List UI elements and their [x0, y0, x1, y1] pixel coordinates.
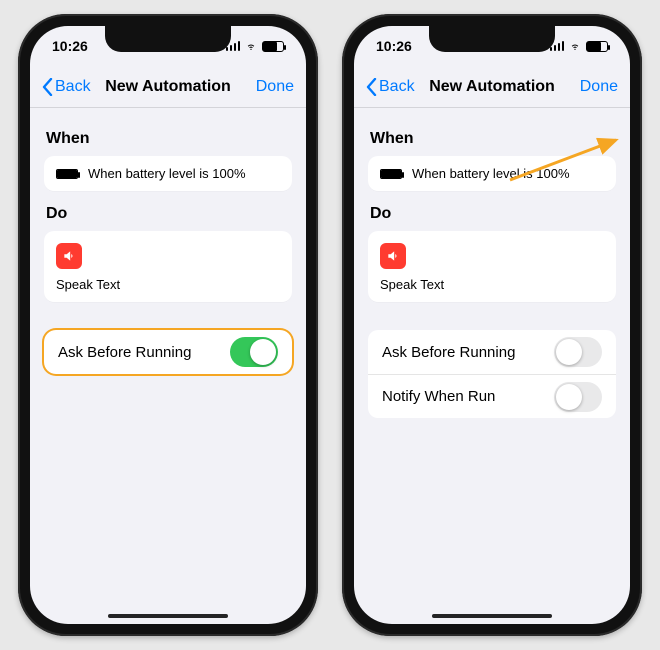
option-row-notify-when-run: Notify When Run [368, 374, 616, 418]
phone-left: 10:26 Back New Automation Done When When… [18, 14, 318, 636]
do-section-label: Do [370, 205, 614, 223]
screen: 10:26 Back New Automation Done When [354, 26, 630, 624]
option-label: Ask Before Running [58, 344, 191, 361]
nav-bar: Back New Automation Done [354, 66, 630, 108]
battery-level-icon [56, 169, 78, 179]
battery-level-icon [380, 169, 402, 179]
toggle-notify-when-run[interactable] [554, 382, 602, 412]
status-indicators [226, 41, 285, 52]
notch [429, 26, 555, 52]
back-label: Back [379, 78, 415, 96]
option-label: Notify When Run [382, 388, 495, 405]
battery-icon [586, 41, 608, 52]
toggle-ask-before-running[interactable] [230, 337, 278, 367]
back-button[interactable]: Back [366, 78, 415, 96]
content: When When battery level is 100% Do Speak… [354, 108, 630, 624]
battery-icon [262, 41, 284, 52]
speak-text-icon [56, 243, 82, 269]
when-condition-text: When battery level is 100% [412, 166, 570, 181]
when-section-label: When [370, 130, 614, 148]
option-label: Ask Before Running [382, 344, 515, 361]
speak-text-icon [380, 243, 406, 269]
back-button[interactable]: Back [42, 78, 91, 96]
status-time: 10:26 [52, 38, 88, 54]
when-card[interactable]: When battery level is 100% [368, 156, 616, 191]
option-row-ask-before-running: Ask Before Running [368, 330, 616, 374]
notch [105, 26, 231, 52]
do-action-label: Speak Text [380, 277, 604, 292]
status-indicators [550, 41, 609, 52]
options-group: Ask Before Running [44, 330, 292, 374]
options-group: Ask Before Running Notify When Run [368, 330, 616, 418]
done-button[interactable]: Done [256, 78, 294, 96]
do-section-label: Do [46, 205, 290, 223]
chevron-left-icon [366, 78, 377, 96]
toggle-ask-before-running[interactable] [554, 337, 602, 367]
screen: 10:26 Back New Automation Done When When… [30, 26, 306, 624]
phone-right: 10:26 Back New Automation Done When [342, 14, 642, 636]
back-label: Back [55, 78, 91, 96]
home-indicator[interactable] [108, 614, 228, 618]
home-indicator[interactable] [432, 614, 552, 618]
wifi-icon [244, 41, 258, 51]
done-button[interactable]: Done [580, 78, 618, 96]
when-section-label: When [46, 130, 290, 148]
status-time: 10:26 [376, 38, 412, 54]
when-card[interactable]: When battery level is 100% [44, 156, 292, 191]
wifi-icon [568, 41, 582, 51]
content: When When battery level is 100% Do Speak… [30, 108, 306, 624]
do-card[interactable]: Speak Text [368, 231, 616, 302]
when-condition-text: When battery level is 100% [88, 166, 246, 181]
chevron-left-icon [42, 78, 53, 96]
nav-bar: Back New Automation Done [30, 66, 306, 108]
option-row-ask-before-running: Ask Before Running [44, 330, 292, 374]
do-action-label: Speak Text [56, 277, 280, 292]
do-card[interactable]: Speak Text [44, 231, 292, 302]
